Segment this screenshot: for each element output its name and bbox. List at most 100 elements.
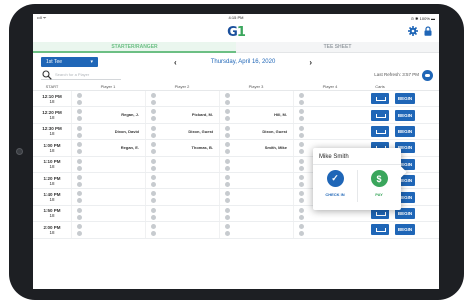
current-date: Thursday, April 16, 2020 — [210, 59, 276, 65]
cart-status-dot — [225, 181, 230, 187]
tee-select-value: 1st Tee — [46, 59, 63, 65]
player-slot-1[interactable] — [71, 205, 145, 222]
player-slot-2[interactable] — [145, 91, 219, 107]
player-slot-1[interactable] — [71, 91, 145, 107]
player-slot-3[interactable]: Dixon, Guest — [219, 123, 293, 140]
player-status-dot — [225, 142, 230, 148]
start-time: 1:40 PM 18 — [43, 192, 61, 203]
player-slot-1[interactable]: Regan, E. — [71, 140, 145, 156]
gear-icon[interactable] — [408, 26, 418, 36]
player-slot-1[interactable] — [71, 222, 145, 238]
start-time: 1:50 PM 18 — [43, 208, 61, 219]
golf-cart-icon[interactable] — [371, 109, 389, 121]
player-slot-2[interactable] — [145, 189, 219, 205]
col-start: START — [45, 83, 59, 89]
player-search-input[interactable]: Search for a Player — [41, 70, 121, 80]
col-player-3: Player 3 — [248, 83, 264, 89]
dollar-icon: $ — [370, 170, 388, 187]
cart-status-dot — [151, 132, 156, 138]
start-time: 1:10 PM 18 — [43, 159, 61, 170]
player-name: Thomas, B. — [191, 145, 213, 151]
player-slot-1[interactable]: Dixon, David — [71, 123, 145, 140]
player-status-dot — [77, 224, 82, 230]
controls-bar: 1st Tee ▾ ‹ Thursday, April 16, 2020 › — [33, 53, 439, 69]
player-slot-4[interactable] — [293, 107, 367, 123]
player-status-dot — [299, 93, 304, 98]
player-slot-3[interactable] — [219, 189, 293, 205]
player-slot-2[interactable]: Dixon, Guest — [145, 123, 219, 140]
cart-status-dot — [299, 116, 304, 122]
player-slot-2[interactable] — [145, 156, 219, 172]
tab-tee-sheet[interactable]: TEE SHEET — [236, 42, 439, 53]
start-time: 12:30 PM 18 — [42, 126, 62, 137]
player-name: Dixon, Guest — [262, 128, 287, 134]
player-slot-1[interactable]: Regan, J. — [71, 107, 145, 123]
col-player-1: Player 1 — [100, 83, 116, 89]
player-status-dot — [151, 191, 156, 197]
player-slot-1[interactable] — [71, 189, 145, 205]
player-slot-3[interactable] — [219, 172, 293, 189]
player-slot-2[interactable] — [145, 205, 219, 222]
start-time: 12:20 PM 18 — [42, 110, 62, 121]
cart-status-dot — [299, 149, 304, 155]
search-row: Search for a Player Last Refresh: 3:57 P… — [33, 69, 439, 82]
pay-button[interactable]: $ PAY — [357, 170, 401, 197]
carts-cell — [367, 93, 393, 105]
cart-status-dot — [225, 165, 230, 171]
carts-cell — [367, 125, 393, 137]
table-header: START Player 1 Player 2 Player 3 Player … — [33, 82, 439, 91]
player-slot-2[interactable] — [145, 172, 219, 189]
begin-button[interactable]: BEGIN — [395, 93, 415, 105]
player-slot-4[interactable] — [293, 222, 367, 238]
player-status-dot — [299, 224, 304, 230]
player-slot-3[interactable] — [219, 91, 293, 107]
player-status-dot — [77, 93, 82, 98]
tab-starter-ranger[interactable]: STARTER/RANGER — [33, 42, 236, 53]
last-refresh-text: Last Refresh: 3:57 PM — [374, 72, 419, 77]
player-status-dot — [151, 158, 156, 164]
golf-cart-icon[interactable] — [371, 224, 389, 236]
player-slot-4[interactable] — [293, 123, 367, 140]
player-slot-3[interactable]: Smith, Mike — [219, 140, 293, 156]
player-slot-2[interactable]: Thomas, B. — [145, 140, 219, 156]
col-player-4: Player 4 — [322, 83, 338, 89]
cart-status-dot — [151, 231, 156, 237]
player-status-dot — [225, 191, 230, 197]
player-slot-2[interactable] — [145, 222, 219, 238]
home-button[interactable] — [16, 148, 23, 155]
player-name: Regan, E. — [120, 145, 139, 151]
player-status-dot — [299, 174, 304, 180]
popup-player-name: Mike Smith — [313, 148, 401, 165]
player-name: Dixon, David — [114, 128, 139, 134]
player-status-dot — [151, 207, 156, 213]
cloud-refresh-icon[interactable] — [422, 70, 433, 81]
golf-cart-icon[interactable] — [371, 93, 389, 105]
player-status-dot — [299, 142, 304, 148]
col-carts: Carts — [375, 83, 385, 89]
player-slot-3[interactable] — [219, 156, 293, 172]
player-slot-3[interactable] — [219, 205, 293, 222]
begin-button[interactable]: BEGIN — [395, 125, 415, 137]
player-slot-3[interactable]: Hill, M. — [219, 107, 293, 123]
tee-select-dropdown[interactable]: 1st Tee ▾ — [41, 57, 98, 67]
player-status-dot — [77, 174, 82, 180]
check-in-button[interactable]: ✓ CHECK IN — [313, 170, 357, 197]
start-time: 1:00 PM 18 — [43, 142, 61, 153]
cart-status-dot — [225, 198, 230, 204]
carts-cell — [367, 224, 393, 236]
player-slot-1[interactable] — [71, 172, 145, 189]
begin-button[interactable]: BEGIN — [395, 109, 415, 121]
player-slot-3[interactable] — [219, 222, 293, 238]
player-slot-1[interactable] — [71, 156, 145, 172]
table-row: 2:00 PM 18 BEGIN — [33, 222, 439, 239]
player-name: Smith, Mike — [264, 145, 287, 151]
player-slot-2[interactable]: Pickard, M. — [145, 107, 219, 123]
lock-icon[interactable] — [424, 26, 432, 36]
status-bar: ••ll ᯤ 4:15 PM ⊙ ✱ 100% ▬ — [33, 14, 439, 22]
golf-cart-icon[interactable] — [371, 125, 389, 137]
prev-day-button[interactable]: ‹ — [174, 58, 177, 67]
next-day-button[interactable]: › — [309, 58, 312, 67]
begin-button[interactable]: BEGIN — [395, 224, 415, 236]
checkmark-icon: ✓ — [326, 170, 344, 187]
player-slot-4[interactable] — [293, 91, 367, 107]
